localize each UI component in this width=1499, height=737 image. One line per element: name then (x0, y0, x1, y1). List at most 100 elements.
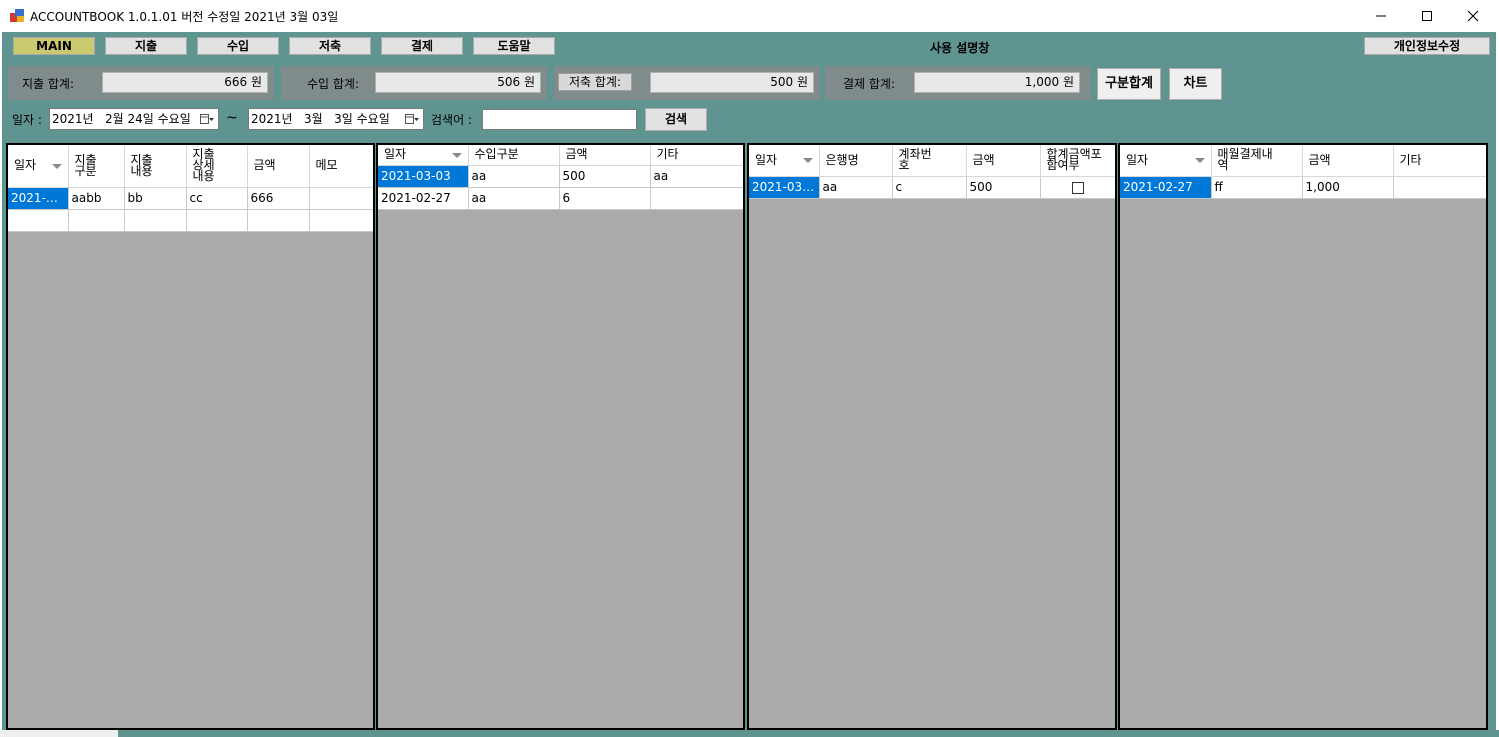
column-header-date[interactable]: 일자 (749, 145, 820, 177)
minimize-button[interactable] (1358, 0, 1404, 32)
nav-savings-button[interactable]: 저축 (289, 37, 371, 55)
expense-table: 일자 지출 구분 지출 내용 지출 상세 내용 금액 메모 2021-02,..… (8, 145, 373, 232)
payment-total-box: 결제 합계: 1,000 원 (825, 66, 1091, 100)
search-input[interactable] (482, 109, 637, 130)
nav-payment-button[interactable]: 결제 (381, 37, 463, 55)
cell-amount[interactable]: 6 (559, 187, 651, 210)
column-header-amount[interactable]: 금액 (966, 145, 1041, 177)
column-header-expense-detail[interactable]: 지출 상세 내용 (186, 145, 248, 188)
cell-include-total[interactable] (1040, 176, 1115, 199)
cell-bank-name[interactable]: aa (819, 176, 893, 199)
taskbar-edge (0, 730, 1499, 737)
manual-label[interactable]: 사용 설명창 (930, 39, 989, 56)
column-header-bank-name[interactable]: 은행명 (819, 145, 893, 177)
end-date-picker[interactable]: 2021년 3월 3일 수요일 (248, 108, 424, 130)
table-row[interactable]: 2021-02-27 ff 1,000 (1120, 176, 1486, 199)
table-row[interactable]: 2021-03-03 aa 500 aa (378, 165, 743, 188)
column-header-expense-content[interactable]: 지출 내용 (124, 145, 187, 188)
keyword-label: 검색어 : (431, 113, 472, 127)
chart-button[interactable]: 차트 (1169, 68, 1222, 100)
column-header-account-number[interactable]: 계좌번 호 (892, 145, 967, 177)
payment-total-label: 결제 합계: (843, 77, 896, 91)
column-header-amount[interactable]: 금액 (1302, 145, 1394, 177)
profile-edit-button[interactable]: 개인정보수정 (1364, 37, 1490, 55)
column-header-date[interactable]: 일자 (8, 145, 69, 188)
calendar-dropdown-icon[interactable] (200, 113, 214, 125)
cell-date[interactable]: 2021-03-03 (749, 176, 820, 199)
savings-table: 일자 은행명 계좌번 호 금액 합계금액포 함여부 2021-03-03 aa … (749, 145, 1115, 199)
cell-date[interactable]: 2021-02-27 (378, 187, 469, 210)
column-header-income-type[interactable]: 수입구분 (468, 145, 560, 166)
include-total-checkbox[interactable] (1071, 181, 1084, 194)
date-range-tilde: ~ (226, 110, 238, 126)
column-header-date[interactable]: 일자 (1120, 145, 1212, 177)
payment-grid[interactable]: 일자 매월결제내 역 금액 기타 2021-02-27 ff 1,000 (1118, 143, 1488, 730)
savings-total-label: 저축 합계: (558, 73, 633, 91)
cell-expense-type[interactable] (68, 209, 125, 232)
cell-amount[interactable]: 1,000 (1302, 176, 1394, 199)
cell-amount[interactable]: 666 (247, 187, 310, 210)
search-button[interactable]: 검색 (645, 108, 707, 131)
cell-monthly-payment[interactable]: ff (1211, 176, 1303, 199)
expense-total-box: 지출 합계: 666 원 (8, 66, 274, 100)
cell-amount[interactable] (247, 209, 310, 232)
table-row-new[interactable] (8, 209, 373, 232)
column-header-memo[interactable]: 메모 (309, 145, 373, 188)
cell-date[interactable]: 2021-03-03 (378, 165, 469, 188)
income-table: 일자 수입구분 금액 기타 2021-03-03 aa 500 aa 2021-… (378, 145, 743, 210)
cell-etc[interactable] (1393, 176, 1486, 199)
expense-grid[interactable]: 일자 지출 구분 지출 내용 지출 상세 내용 금액 메모 2021-02,..… (6, 143, 375, 730)
date-label: 일자 : (12, 113, 42, 127)
cell-expense-detail[interactable]: cc (186, 187, 248, 210)
background-window-edge (118, 730, 1499, 737)
cell-account-number[interactable]: c (892, 176, 967, 199)
cell-date[interactable]: 2021-02-27 (1120, 176, 1212, 199)
cell-expense-detail[interactable] (186, 209, 248, 232)
cell-etc[interactable] (650, 187, 743, 210)
nav-main-button[interactable]: MAIN (13, 37, 95, 55)
savings-total-box: 저축 합계: 500 원 (554, 66, 820, 100)
column-header-monthly-payment[interactable]: 매월결제내 역 (1211, 145, 1303, 177)
maximize-icon (1422, 11, 1432, 21)
cell-date[interactable] (8, 209, 69, 232)
column-header-etc[interactable]: 기타 (1393, 145, 1486, 177)
expense-total-value: 666 원 (102, 72, 268, 93)
app-icon (10, 9, 24, 22)
window-title: ACCOUNTBOOK 1.0.1.01 버전 수정일 2021년 3월 03일 (30, 10, 339, 24)
income-total-value: 506 원 (375, 72, 541, 93)
table-row[interactable]: 2021-02-27 aa 6 (378, 187, 743, 210)
minimize-icon (1376, 15, 1386, 17)
table-row[interactable]: 2021-03-03 aa c 500 (749, 176, 1115, 199)
cell-amount[interactable]: 500 (966, 176, 1041, 199)
cell-expense-type[interactable]: aabb (68, 187, 125, 210)
cell-income-type[interactable]: aa (468, 187, 560, 210)
cell-date[interactable]: 2021-02,... (8, 187, 69, 210)
cell-memo[interactable] (309, 209, 373, 232)
income-grid[interactable]: 일자 수입구분 금액 기타 2021-03-03 aa 500 aa 2021-… (376, 143, 745, 730)
savings-grid[interactable]: 일자 은행명 계좌번 호 금액 합계금액포 함여부 2021-03-03 aa … (747, 143, 1117, 730)
cell-amount[interactable]: 500 (559, 165, 651, 188)
maximize-button[interactable] (1404, 0, 1450, 32)
table-row[interactable]: 2021-02,... aabb bb cc 666 (8, 187, 373, 210)
cell-memo[interactable] (309, 187, 373, 210)
close-button[interactable] (1450, 0, 1496, 32)
calendar-dropdown-icon[interactable] (405, 113, 419, 125)
nav-help-button[interactable]: 도움말 (473, 37, 555, 55)
start-date-value: 2021년 2월 24일 수요일 (52, 112, 191, 126)
start-date-picker[interactable]: 2021년 2월 24일 수요일 (49, 108, 219, 130)
column-header-include-total[interactable]: 합계금액포 함여부 (1040, 145, 1115, 177)
column-header-etc[interactable]: 기타 (650, 145, 743, 166)
cell-income-type[interactable]: aa (468, 165, 560, 188)
column-header-date[interactable]: 일자 (378, 145, 469, 166)
nav-income-button[interactable]: 수입 (197, 37, 279, 55)
column-header-amount[interactable]: 금액 (247, 145, 310, 188)
cell-expense-content[interactable]: bb (124, 187, 187, 210)
end-date-value: 2021년 3월 3일 수요일 (251, 112, 390, 126)
column-header-expense-type[interactable]: 지출 구분 (68, 145, 125, 188)
nav-expense-button[interactable]: 지출 (105, 37, 187, 55)
cell-expense-content[interactable] (124, 209, 187, 232)
income-total-label: 수입 합계: (307, 77, 360, 91)
column-header-amount[interactable]: 금액 (559, 145, 651, 166)
cell-etc[interactable]: aa (650, 165, 743, 188)
category-total-button[interactable]: 구분합계 (1097, 68, 1161, 100)
